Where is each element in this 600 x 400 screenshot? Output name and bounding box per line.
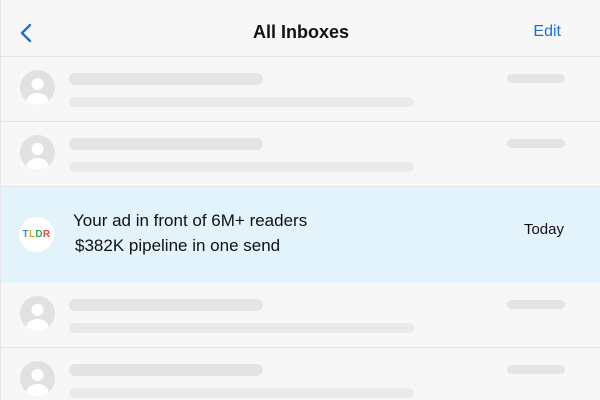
placeholder-preview [69, 97, 414, 107]
email-row-placeholder[interactable] [1, 122, 600, 187]
person-icon [26, 143, 49, 170]
email-row-placeholder[interactable] [1, 57, 600, 122]
avatar [20, 361, 55, 396]
placeholder-preview [69, 388, 414, 398]
placeholder-time [507, 74, 565, 83]
avatar [20, 135, 55, 170]
chevron-left-icon [20, 23, 32, 43]
email-list: T L D R Your ad in front of 6M+ readers … [1, 57, 600, 400]
person-icon [26, 304, 49, 331]
navigation-header: All Inboxes Edit [1, 0, 600, 57]
placeholder-sender [69, 73, 263, 85]
placeholder-sender [69, 299, 263, 311]
edit-button[interactable]: Edit [533, 0, 561, 57]
avatar [20, 296, 55, 331]
sender-logo: T L D R [19, 217, 54, 252]
avatar [20, 70, 55, 105]
email-row-placeholder[interactable] [1, 348, 600, 400]
placeholder-sender [69, 364, 263, 376]
person-icon [26, 78, 49, 105]
placeholder-time [507, 300, 565, 309]
placeholder-time [507, 139, 565, 148]
placeholder-preview [69, 323, 414, 333]
placeholder-preview [69, 162, 414, 172]
email-subject: Your ad in front of 6M+ readers [73, 211, 308, 230]
email-time: Today [523, 221, 564, 238]
placeholder-time [507, 365, 565, 374]
logo-letter: D [35, 229, 43, 240]
email-preview: $382K pipeline in one send [75, 236, 281, 255]
mail-app-window: All Inboxes Edit T L D R Your ad in fron… [0, 0, 600, 400]
page-title: All Inboxes [252, 22, 350, 42]
email-row-placeholder[interactable] [1, 283, 600, 348]
person-icon [26, 369, 49, 396]
back-button[interactable] [17, 22, 37, 44]
placeholder-sender [69, 138, 263, 150]
email-row-featured[interactable]: T L D R Your ad in front of 6M+ readers … [1, 187, 600, 283]
logo-letter: R [42, 229, 51, 240]
